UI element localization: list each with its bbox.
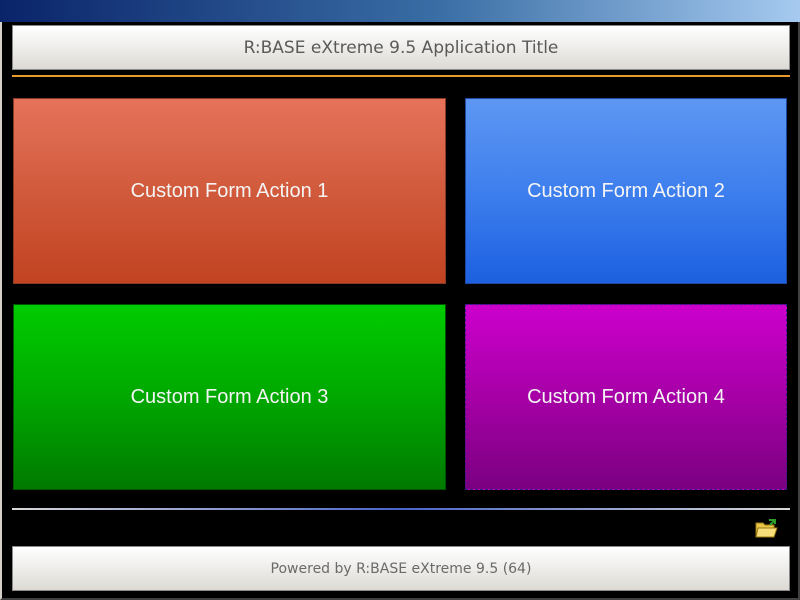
custom-form-action-3-label: Custom Form Action 3 (130, 385, 329, 408)
powered-by-text: Powered by R:BASE eXtreme 9.5 (64) (270, 560, 532, 577)
header-divider (12, 75, 790, 77)
application-title-bar: R:BASE eXtreme 9.5 Application Title (12, 25, 790, 70)
custom-form-action-1-label: Custom Form Action 1 (130, 179, 329, 202)
custom-form-action-3-button[interactable]: Custom Form Action 3 (13, 304, 446, 490)
window-title-strip (0, 0, 800, 22)
custom-form-action-1-button[interactable]: Custom Form Action 1 (13, 98, 446, 284)
folder-open-icon[interactable] (755, 518, 779, 540)
custom-form-action-4-label: Custom Form Action 4 (527, 385, 725, 408)
custom-form-action-2-button[interactable]: Custom Form Action 2 (465, 98, 787, 284)
footer-divider (12, 508, 790, 510)
application-window: R:BASE eXtreme 9.5 Application Title Cus… (0, 0, 800, 600)
application-title: R:BASE eXtreme 9.5 Application Title (243, 37, 559, 58)
custom-form-action-2-label: Custom Form Action 2 (527, 179, 725, 202)
custom-form-action-4-button[interactable]: Custom Form Action 4 (465, 304, 787, 490)
footer-bar: Powered by R:BASE eXtreme 9.5 (64) (12, 546, 790, 591)
